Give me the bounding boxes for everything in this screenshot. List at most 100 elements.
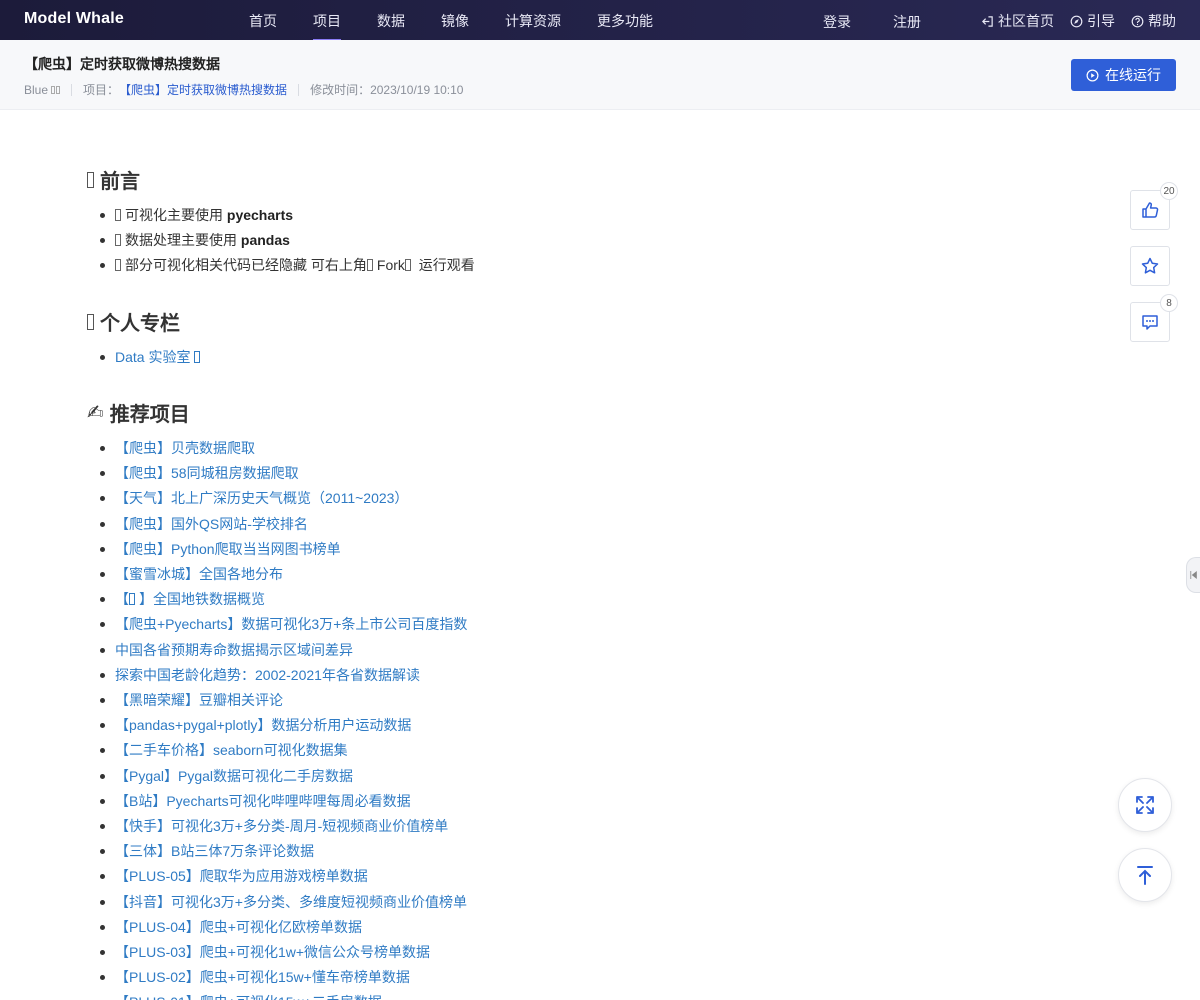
list-item: 【PLUS-02】爬虫+可视化15w+懂车帝榜单数据: [87, 965, 467, 990]
login-link[interactable]: 登录: [823, 12, 851, 32]
logo[interactable]: Model Whale: [24, 10, 124, 28]
nav-projects[interactable]: 项目: [313, 11, 341, 41]
list-item: 【PLUS-05】爬取华为应用游戏榜单数据: [87, 864, 467, 889]
recommend-list: 【爬虫】贝壳数据爬取【爬虫】58同城租房数据爬取【天气】北上广深历史天气概览（2…: [87, 436, 467, 1000]
list-item: 【爬虫】Python爬取当当网图书榜单: [87, 537, 467, 562]
section-heading-column: 个人专栏: [87, 307, 180, 336]
list-item: 【PLUS-04】爬虫+可视化亿欧榜单数据: [87, 915, 467, 940]
fullscreen-button[interactable]: [1118, 778, 1172, 832]
preface-list: 可视化主要使用 pyecharts 数据处理主要使用 pandas 部分可视化相…: [87, 203, 475, 279]
community-label: 社区首页: [998, 13, 1054, 29]
list-item: 【二手车价格】seaborn可视化数据集: [87, 738, 467, 763]
modified-time: 修改时间：2023/10/19 10:10: [310, 83, 464, 97]
comment-icon: [1142, 315, 1158, 330]
author-badge-icon: [56, 85, 61, 94]
emoji-icon: [115, 234, 121, 247]
item-bold: pyecharts: [226, 207, 294, 223]
list-item: 【蜜雪冰城】全国各地分布: [87, 562, 467, 587]
page-title: 【爬虫】定时获取微博热搜数据: [24, 56, 220, 72]
list-item: 【快手】可视化3万+多分类-周月-短视频商业价值榜单: [87, 814, 467, 839]
recommend-link[interactable]: 【PLUS-01】爬虫+可视化15w+二手房数据: [115, 994, 382, 1000]
list-item: Data 实验室: [87, 345, 204, 370]
list-item: 【】全国地铁数据概览: [87, 587, 467, 612]
play-circle-icon: [1086, 69, 1099, 81]
project-label: 项目：: [83, 83, 120, 97]
compass-icon: [1070, 15, 1083, 27]
list-item: 【抖音】可视化3万+多分类、多维度短视频商业价值榜单: [87, 890, 467, 915]
recommend-link[interactable]: 【天气】北上广深历史天气概览（2011~2023）: [115, 490, 408, 506]
column-link[interactable]: Data 实验室: [115, 349, 190, 365]
emoji-icon: [404, 259, 411, 272]
recommend-link[interactable]: 【二手车价格】seaborn可视化数据集: [115, 742, 348, 758]
recommend-link[interactable]: 【蜜雪冰城】全国各地分布: [115, 566, 283, 582]
project-meta: Blue 项目： 【爬虫】定时获取微博热搜数据 修改时间：2023/10/19 …: [24, 81, 464, 98]
community-link[interactable]: 社区首页: [981, 11, 1054, 31]
list-item: 【pandas+pygal+plotly】数据分析用户运动数据: [87, 713, 467, 738]
guide-label: 引导: [1087, 13, 1115, 29]
recommend-link[interactable]: 【PLUS-04】爬虫+可视化亿欧榜单数据: [115, 919, 362, 935]
recommend-link[interactable]: 【爬虫+Pyecharts】数据可视化3万+条上市公司百度指数: [115, 616, 467, 632]
recommend-link[interactable]: 探索中国老龄化趋势：2002-2021年各省数据解读: [115, 667, 420, 683]
item-text: 数据处理主要使用: [125, 232, 241, 249]
list-item: 可视化主要使用 pyecharts: [87, 203, 475, 228]
recommend-link[interactable]: 【爬虫】58同城租房数据爬取: [115, 465, 299, 481]
list-item: 【黑暗荣耀】豆瓣相关评论: [87, 688, 467, 713]
nav-compute[interactable]: 计算资源: [505, 11, 561, 31]
item-text: 可视化主要使用: [125, 207, 227, 223]
recommend-link-text: 】全国地铁数据概览: [139, 591, 265, 608]
recommend-link[interactable]: 【爬虫】Python爬取当当网图书榜单: [115, 541, 341, 557]
exit-icon: [982, 15, 993, 27]
recommend-link[interactable]: 【三体】B站三体7万条评论数据: [115, 843, 314, 859]
recommend-link[interactable]: 【抖音】可视化3万+多分类、多维度短视频商业价值榜单: [115, 894, 467, 910]
recommend-link[interactable]: 【】全国地铁数据概览: [115, 591, 265, 607]
nav-more[interactable]: 更多功能: [597, 11, 653, 31]
recommend-link[interactable]: 【黑暗荣耀】豆瓣相关评论: [115, 692, 283, 708]
list-item: 数据处理主要使用 pandas: [87, 228, 475, 253]
list-item: 【Pygal】Pygal数据可视化二手房数据: [87, 764, 467, 789]
recommend-link[interactable]: 【PLUS-02】爬虫+可视化15w+懂车帝榜单数据: [115, 969, 410, 985]
help-label: 帮助: [1148, 13, 1176, 29]
recommend-link[interactable]: 【爬虫】贝壳数据爬取: [115, 440, 255, 456]
favorite-button[interactable]: [1130, 246, 1170, 286]
column-list: Data 实验室: [87, 345, 204, 370]
like-count: 20: [1160, 182, 1178, 200]
author-name[interactable]: Blue: [24, 83, 48, 97]
list-item: 【PLUS-01】爬虫+可视化15w+二手房数据: [87, 990, 467, 1000]
list-item: 【B站】Pyecharts可视化哔哩哔哩每周必看数据: [87, 789, 467, 814]
guide-link[interactable]: 引导: [1070, 11, 1115, 31]
arrow-up-icon: [1137, 866, 1153, 885]
item-text: 运行观看: [414, 257, 475, 274]
recommend-link[interactable]: 【PLUS-03】爬虫+可视化1w+微信公众号榜单数据: [115, 944, 430, 960]
section-heading-recommend: ✍ 推荐项目: [87, 398, 190, 427]
nav-data[interactable]: 数据: [377, 11, 405, 31]
nav-home[interactable]: 首页: [249, 11, 277, 31]
help-link[interactable]: 帮助: [1131, 11, 1176, 31]
recommend-link[interactable]: 【pandas+pygal+plotly】数据分析用户运动数据: [115, 717, 411, 733]
recommend-link[interactable]: 【爬虫】国外QS网站-学校排名: [115, 516, 308, 532]
list-item: 【爬虫】58同城租房数据爬取: [87, 461, 467, 486]
section-title: 推荐项目: [109, 404, 190, 426]
list-item: 【爬虫+Pyecharts】数据可视化3万+条上市公司百度指数: [87, 612, 467, 637]
item-bold: pandas: [240, 232, 290, 249]
register-link[interactable]: 注册: [893, 12, 921, 32]
fullscreen-icon: [1136, 796, 1154, 814]
recommend-link[interactable]: 【B站】Pyecharts可视化哔哩哔哩每周必看数据: [115, 793, 411, 809]
nav-images[interactable]: 镜像: [441, 11, 469, 31]
recommend-link[interactable]: 中国各省预期寿命数据揭示区域间差异: [115, 642, 353, 658]
project-link[interactable]: 【爬虫】定时获取微博热搜数据: [119, 81, 287, 98]
run-online-button[interactable]: 在线运行: [1071, 59, 1176, 91]
fork-text: Fork: [376, 257, 405, 274]
list-item: 【爬虫】国外QS网站-学校排名: [87, 512, 467, 537]
star-icon: [1141, 257, 1159, 274]
emoji-icon: [87, 171, 94, 188]
list-item: 部分可视化相关代码已经隐藏 可右上角 Fork 运行观看: [87, 253, 475, 278]
recommend-link[interactable]: 【快手】可视化3万+多分类-周月-短视频商业价值榜单: [115, 818, 448, 834]
list-item: 【爬虫】贝壳数据爬取: [87, 436, 467, 461]
recommend-link[interactable]: 【Pygal】Pygal数据可视化二手房数据: [115, 768, 353, 784]
recommend-link[interactable]: 【PLUS-05】爬取华为应用游戏榜单数据: [115, 868, 368, 884]
back-to-top-button[interactable]: [1118, 848, 1172, 902]
writing-hand-icon: ✍: [87, 402, 104, 424]
collapse-icon: [1189, 570, 1197, 580]
thumbs-up-icon: [1142, 202, 1159, 218]
side-panel-toggle[interactable]: [1186, 557, 1200, 593]
